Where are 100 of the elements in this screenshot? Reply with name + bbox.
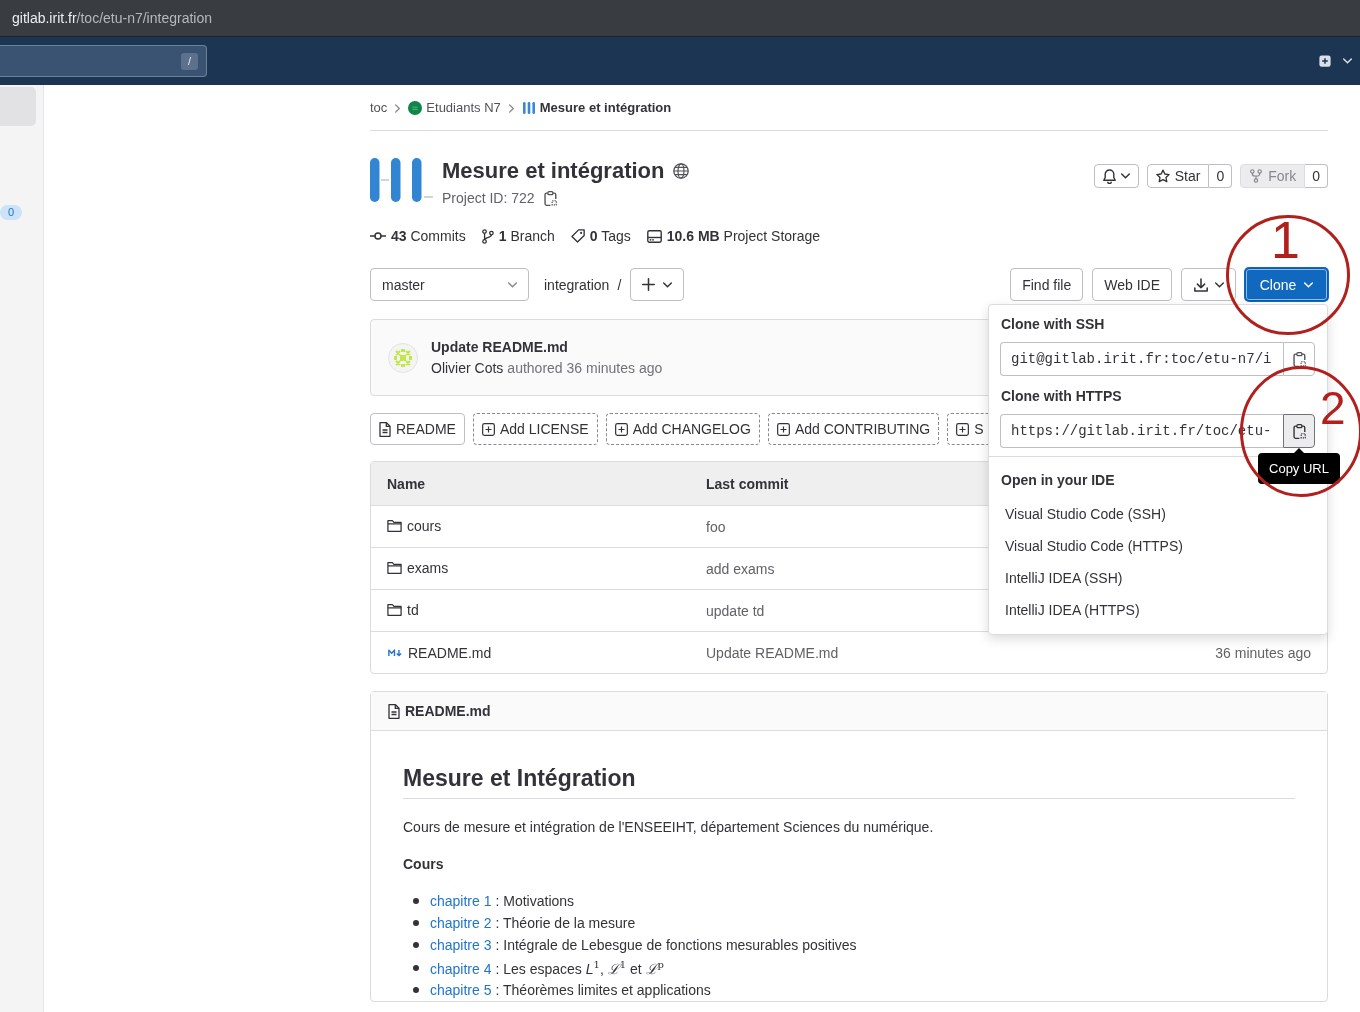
chevron-right-icon (508, 103, 514, 113)
bullet-icon (413, 986, 419, 993)
folder-icon (387, 604, 402, 616)
breadcrumb-link[interactable]: Mesure et intégration (521, 99, 672, 117)
add-file-button[interactable]: Add LICENSE (472, 413, 598, 445)
chapter-link[interactable]: chapitre 5 (430, 981, 492, 998)
chevron-right-icon (395, 103, 401, 113)
markdown-icon (388, 649, 402, 657)
file-icon (379, 421, 391, 437)
keyboard-shortcut: / (181, 52, 198, 70)
download-button[interactable] (1181, 268, 1236, 301)
branches-link[interactable]: 1 Branch (481, 227, 555, 245)
star-count[interactable]: 0 (1209, 164, 1233, 188)
updated-time: 36 minutes ago (1215, 644, 1311, 661)
bell-icon (1102, 168, 1116, 184)
url-field[interactable]: git@gitlab.irit.fr:toc/etu-n7/i (1000, 342, 1283, 376)
count-badge: 0 (0, 204, 22, 220)
find-file-button[interactable]: Find file (1010, 268, 1084, 301)
menu-item[interactable]: Visual Studio Code (SSH) (989, 498, 1327, 530)
path-link[interactable]: integration (544, 276, 610, 293)
web-ide-button[interactable]: Web IDE (1092, 268, 1172, 301)
bullet-icon (413, 942, 419, 949)
download-icon (1193, 277, 1208, 292)
search-field[interactable]: / (0, 45, 207, 77)
hard-drive-icon (646, 229, 662, 243)
folder-link[interactable]: cours (387, 518, 442, 534)
chapter-link[interactable]: chapitre 1 (430, 893, 492, 910)
menu-item[interactable]: IntelliJ IDEA (SSH) (989, 562, 1327, 594)
commit-message-link[interactable]: update td (706, 602, 765, 619)
copy-icon (1292, 351, 1306, 367)
copy-button[interactable] (1283, 342, 1315, 376)
path-separator: / (617, 276, 622, 293)
breadcrumb-link[interactable]: Etudiants N7 (408, 99, 501, 117)
plus-square-icon (956, 422, 970, 436)
folder-link[interactable]: exams (387, 560, 449, 576)
file-link[interactable]: README.md (387, 645, 492, 661)
copy-button[interactable] (1283, 414, 1315, 448)
commit-message-link[interactable]: add exams (706, 560, 775, 577)
chevron-down-icon (1304, 281, 1314, 288)
chevron-down-icon (663, 281, 673, 288)
chevron-down-icon[interactable] (1343, 58, 1352, 64)
project-avatar (370, 156, 434, 204)
project-title: Mesure et intégration (442, 157, 665, 185)
globe-icon (673, 163, 690, 179)
column-header: Name (387, 475, 426, 492)
plus-square-icon (776, 422, 790, 436)
commits-link[interactable]: 43 Commits (370, 227, 466, 245)
plus-icon (642, 278, 656, 291)
chapter-link[interactable]: chapitre 3 (430, 937, 492, 954)
group-avatar-icon (408, 101, 423, 115)
fork-icon (1249, 169, 1264, 183)
chapter-item: chapitre 2 : Théorie de la mesure (430, 914, 636, 934)
add-file-button[interactable]: Add CONTRIBUTING (767, 413, 940, 445)
project-avatar-icon (521, 101, 536, 115)
plus-square-icon (614, 422, 628, 436)
annotation-number: 1 (1271, 214, 1300, 266)
storage-link[interactable]: 10.6 MB Project Storage (646, 227, 821, 245)
folder-link[interactable]: td (387, 602, 419, 618)
bullet-icon (413, 898, 419, 905)
column-header: Last commit (706, 475, 789, 492)
tag-icon (570, 229, 585, 243)
copy-icon (1292, 423, 1306, 439)
commit-title-link[interactable]: Update README.md (431, 336, 663, 358)
commit-message-link[interactable]: foo (706, 518, 726, 535)
notification-button[interactable] (1093, 164, 1139, 188)
annotation-number: 2 (1320, 385, 1346, 431)
add-dropdown-button[interactable] (630, 268, 685, 301)
chapter-link[interactable]: chapitre 4 (430, 961, 492, 978)
menu-item[interactable]: IntelliJ IDEA (HTTPS) (989, 594, 1327, 626)
clone-button[interactable]: Clone (1245, 268, 1328, 301)
add-file-button[interactable]: Add CHANGELOG (605, 413, 760, 445)
commit-meta: Olivier Cots authored 36 minutes ago (431, 358, 663, 378)
folder-icon (387, 520, 402, 532)
file-icon (388, 703, 400, 719)
project-id: Project ID: 722 (442, 190, 535, 206)
tags-link[interactable]: 0 Tags (570, 227, 631, 245)
author-avatar-icon (388, 342, 418, 373)
breadcrumb-link[interactable]: toc (370, 99, 388, 117)
chapter-link[interactable]: chapitre 2 (430, 915, 492, 932)
commit-message-link[interactable]: Update README.md (706, 644, 839, 661)
author-link[interactable]: Olivier Cots (431, 359, 504, 376)
plus-square-icon[interactable] (1319, 55, 1331, 67)
readme-button[interactable]: README (370, 413, 465, 445)
commit-icon (370, 232, 386, 240)
copy-icon[interactable] (543, 190, 557, 206)
bullet-icon (413, 920, 419, 927)
plus-square-icon (481, 422, 495, 436)
chapter-item: chapitre 4 : Les espaces L$^{1}$, ℒ$^{1}$ et ℒ$^{p}$ (430, 958, 664, 980)
chevron-down-icon (1120, 173, 1130, 179)
branch-dropdown[interactable]: master (370, 268, 529, 301)
section-heading: Clone with HTTPS (1000, 387, 1123, 406)
star-button[interactable]: Star (1146, 164, 1210, 188)
chevron-down-icon (1214, 281, 1224, 288)
page-url[interactable]: gitlab.irit.fr/toc/etu-n7/integration (12, 10, 212, 26)
chapter-item: chapitre 5 : Théorèmes limites et applications (430, 980, 711, 1000)
file-name: README.md (405, 703, 491, 719)
readme-paragraph: Cours de mesure et intégration de l'ENSEEIHT, département Sciences du numérique. (403, 818, 935, 837)
sidebar-item[interactable]: 0 (0, 196, 36, 228)
menu-item[interactable]: Visual Studio Code (HTTPS) (989, 530, 1327, 562)
chapter-item: chapitre 1 : Motivations (430, 892, 575, 912)
